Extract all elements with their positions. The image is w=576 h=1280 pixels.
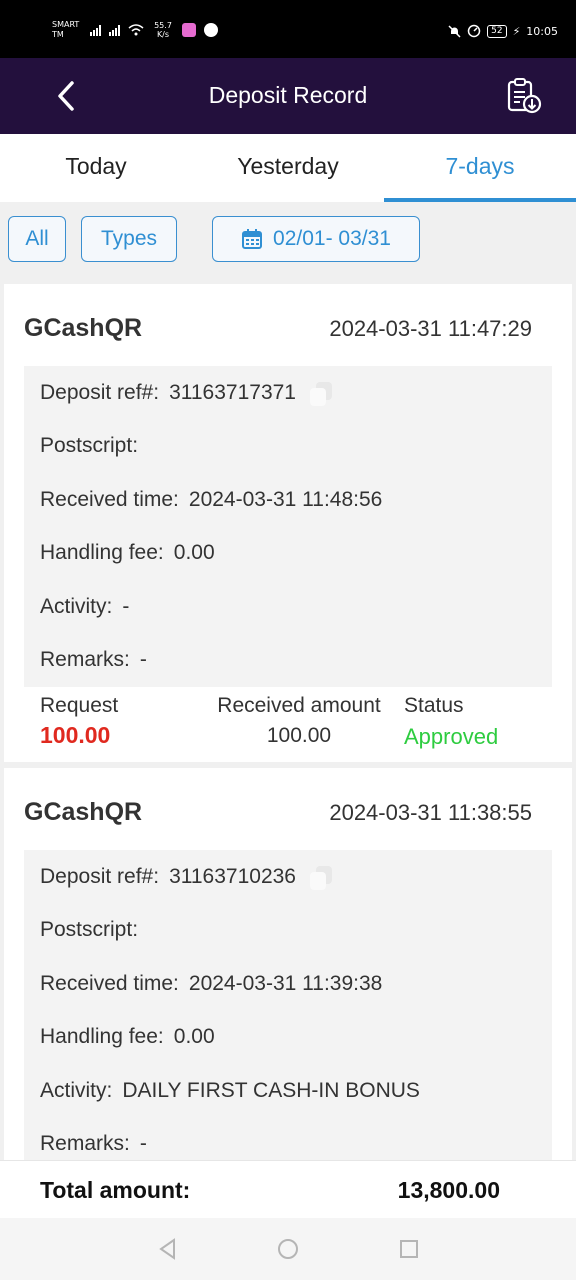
deposit-ref-label: Deposit ref#: — [40, 380, 160, 404]
status-bar: SMART TM 55.7 K/s 52 ⚡ 10:05 — [0, 0, 576, 58]
postscript-label: Postscript: — [40, 434, 139, 458]
activity-value: DAILY FIRST CASH-IN BONUS — [122, 1078, 420, 1102]
record-details: Deposit ref#: 31163710236 Postscript: Re… — [24, 850, 552, 1160]
postscript-label: Postscript: — [40, 918, 139, 942]
cell-signal-2-icon — [109, 24, 120, 36]
date-range-label: 02/01- 03/31 — [273, 227, 391, 250]
nav-recents-icon[interactable] — [396, 1236, 422, 1262]
handling-fee-value: 0.00 — [173, 1025, 215, 1049]
handling-fee-label: Handling fee: — [40, 1025, 164, 1049]
total-label: Total amount: — [40, 1177, 191, 1203]
status-column: Status Approved — [404, 694, 498, 750]
deposit-ref-row: Deposit ref#: 31163717371 — [24, 366, 552, 420]
created-time: 2024-03-31 11:38:55 — [329, 799, 532, 825]
wifi-icon — [128, 24, 144, 36]
app-notification-icon — [182, 23, 196, 37]
activity-row: Activity: DAILY FIRST CASH-IN BONUS — [24, 1064, 552, 1118]
deposit-ref-value: 31163710236 — [169, 864, 296, 888]
record-details: Deposit ref#: 31163717371 Postscript: Re… — [24, 366, 552, 687]
calendar-icon — [242, 229, 263, 249]
deposit-ref-row: Deposit ref#: 31163710236 — [24, 850, 552, 904]
request-amount: 100.00 — [40, 722, 111, 748]
status-left: SMART TM 55.7 K/s — [52, 20, 218, 40]
remarks-row: Remarks: - — [24, 1118, 552, 1161]
deposit-record-card[interactable]: GCashQR 2024-03-31 11:38:55 Deposit ref#… — [4, 768, 572, 1160]
status-label: Status — [404, 694, 464, 717]
copy-icon[interactable] — [308, 380, 334, 406]
speedometer-icon — [467, 24, 481, 38]
record-header: GCashQR 2024-03-31 11:38:55 — [24, 798, 532, 827]
carrier-label: SMART TM — [52, 20, 80, 39]
handling-fee-value: 0.00 — [173, 541, 215, 565]
nav-back-icon[interactable] — [155, 1236, 181, 1262]
received-amount-column: Received amount 100.00 — [194, 694, 404, 748]
handling-fee-row: Handling fee: 0.00 — [24, 527, 552, 581]
payment-method: GCashQR — [24, 314, 143, 342]
remarks-label: Remarks: — [40, 1132, 130, 1156]
postscript-row: Postscript: — [24, 904, 552, 958]
clipboard-download-icon — [507, 78, 542, 114]
system-nav-bar — [0, 1218, 576, 1280]
received-time-value: 2024-03-31 11:48:56 — [188, 487, 383, 511]
remarks-row: Remarks: - — [24, 634, 552, 688]
postscript-row: Postscript: — [24, 420, 552, 474]
request-label: Request — [40, 694, 119, 717]
tab-yesterday[interactable]: Yesterday — [192, 134, 384, 202]
network-speed: 55.7 K/s — [154, 21, 172, 39]
filter-all-button[interactable]: All — [8, 216, 66, 262]
cell-signal-icon — [90, 24, 101, 36]
deposit-ref-value: 31163717371 — [169, 380, 296, 404]
record-summary: Request 100.00 Received amount 100.00 St… — [40, 694, 532, 754]
remarks-value: - — [139, 648, 147, 672]
copy-icon[interactable] — [308, 864, 334, 890]
nav-home-icon[interactable] — [275, 1236, 301, 1262]
payment-method: GCashQR — [24, 798, 143, 826]
received-amount-label: Received amount — [217, 694, 381, 717]
battery-level: 52 — [487, 24, 507, 38]
app-header: Deposit Record — [0, 58, 576, 134]
handling-fee-row: Handling fee: 0.00 — [24, 1011, 552, 1065]
activity-label: Activity: — [40, 594, 113, 618]
tab-today[interactable]: Today — [0, 134, 192, 202]
chat-notification-icon — [204, 23, 218, 37]
total-bar: Total amount: 13,800.00 — [0, 1160, 576, 1218]
filter-bar: All Types 02/01- 03/31 — [0, 202, 576, 282]
deposit-record-list[interactable]: GCashQR 2024-03-31 11:47:29 Deposit ref#… — [0, 282, 576, 1160]
clock: 10:05 — [526, 24, 558, 38]
activity-value: - — [122, 594, 130, 618]
activity-row: Activity: - — [24, 580, 552, 634]
remarks-value: - — [139, 1132, 147, 1156]
created-time: 2024-03-31 11:47:29 — [329, 315, 532, 341]
received-time-label: Received time: — [40, 971, 179, 995]
record-header: GCashQR 2024-03-31 11:47:29 — [24, 314, 532, 343]
remarks-label: Remarks: — [40, 648, 130, 672]
handling-fee-label: Handling fee: — [40, 541, 164, 565]
received-time-label: Received time: — [40, 487, 179, 511]
bell-off-icon — [448, 24, 461, 38]
date-tabs: Today Yesterday 7-days — [0, 134, 576, 202]
charging-icon: ⚡ — [512, 24, 521, 38]
deposit-record-card[interactable]: GCashQR 2024-03-31 11:47:29 Deposit ref#… — [4, 284, 572, 762]
received-time-row: Received time: 2024-03-31 11:39:38 — [24, 957, 552, 1011]
tab-7-days[interactable]: 7-days — [384, 134, 576, 202]
received-time-row: Received time: 2024-03-31 11:48:56 — [24, 473, 552, 527]
status-right: 52 ⚡ 10:05 — [448, 24, 558, 38]
received-time-value: 2024-03-31 11:39:38 — [188, 971, 383, 995]
filter-types-button[interactable]: Types — [81, 216, 177, 262]
filter-all-label: All — [25, 227, 49, 250]
page-title: Deposit Record — [208, 82, 368, 108]
filter-types-label: Types — [100, 227, 158, 250]
export-record-button[interactable] — [504, 76, 544, 116]
total-amount: 13,800.00 — [397, 1177, 500, 1203]
status-badge: Approved — [404, 724, 499, 749]
activity-label: Activity: — [40, 1078, 113, 1102]
received-amount-value: 100.00 — [266, 724, 332, 747]
deposit-ref-label: Deposit ref#: — [40, 864, 160, 888]
request-column: Request 100.00 — [40, 694, 118, 749]
date-range-button[interactable]: 02/01- 03/31 — [212, 216, 420, 262]
